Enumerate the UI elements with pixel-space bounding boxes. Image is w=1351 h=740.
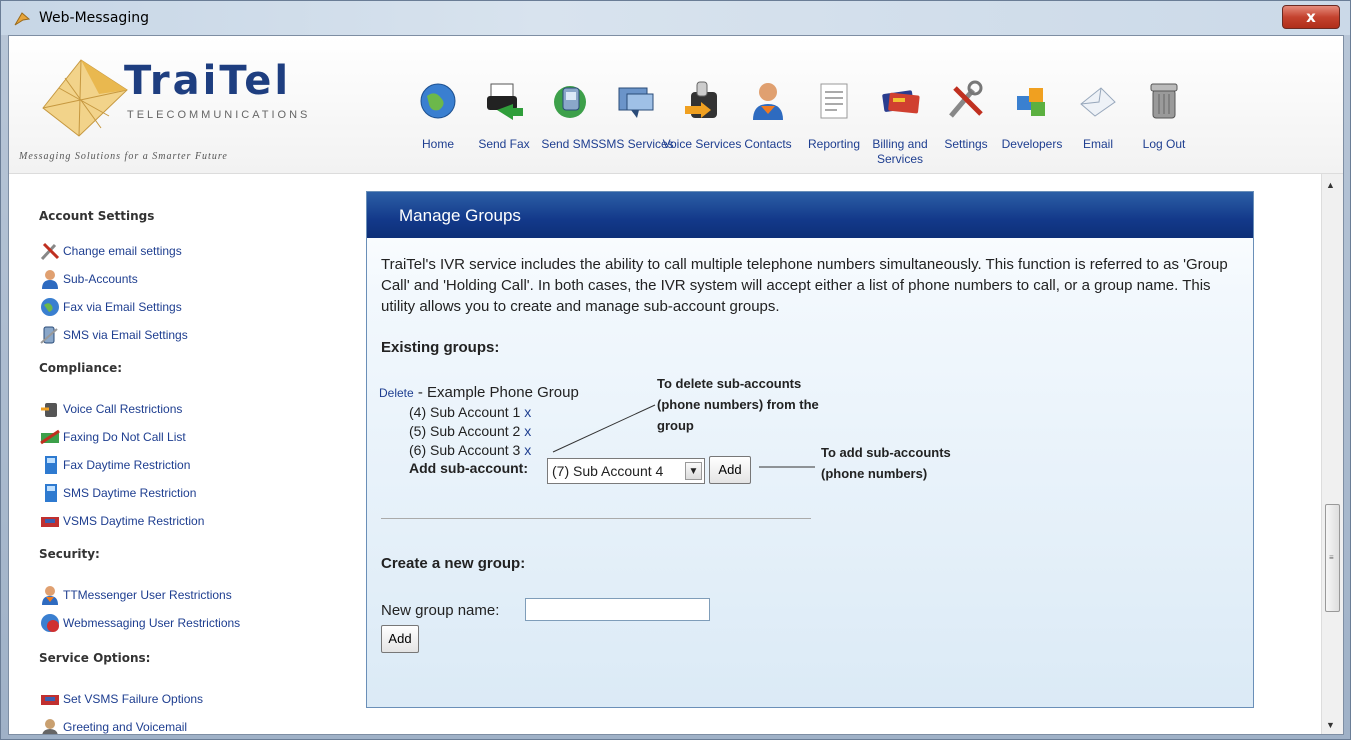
fax-icon <box>487 83 523 120</box>
client-area: TraiTel TELECOMMUNICATIONS Messaging Sol… <box>8 35 1344 735</box>
sidebar-heading-service: Service Options: <box>39 651 151 665</box>
logo-icon <box>42 59 128 137</box>
new-group-label: New group name: <box>381 602 500 619</box>
annotation-lines <box>552 404 815 468</box>
email-icon <box>1080 87 1116 117</box>
sidebar: Account Settings Change email settings S… <box>9 175 359 734</box>
globe-icon <box>420 83 456 119</box>
nav-voice-services[interactable]: Voice Services <box>663 76 741 172</box>
sms-daytime-icon <box>45 484 57 502</box>
logout-icon <box>1150 83 1178 119</box>
scroll-down-icon[interactable]: ▼ <box>1326 720 1335 730</box>
title-bar: Web-Messaging x <box>1 1 1350 35</box>
voice-icon <box>685 81 717 118</box>
nav-settings[interactable]: Settings <box>932 76 998 172</box>
grip-icon: ≡ <box>1329 553 1334 562</box>
scroll-up-icon[interactable]: ▲ <box>1326 180 1335 190</box>
sidebar-item-change-email[interactable]: Change email settings <box>39 241 182 263</box>
settings-icon <box>949 80 983 118</box>
new-group-input[interactable] <box>525 598 710 621</box>
tools-icon <box>40 242 60 261</box>
nav-contacts[interactable]: Contacts <box>734 76 800 172</box>
brand-subtitle: TELECOMMUNICATIONS <box>127 109 311 121</box>
manage-groups-panel: Manage Groups TraiTel's IVR service incl… <box>366 191 1254 708</box>
sms-icon <box>554 86 586 118</box>
nav-send-fax[interactable]: Send Fax <box>470 76 536 172</box>
sidebar-item-webmessaging-restrictions[interactable]: Webmessaging User Restrictions <box>39 613 240 635</box>
user-icon <box>42 270 58 289</box>
developers-icon <box>1017 88 1045 116</box>
sidebar-item-fax-daytime[interactable]: Fax Daytime Restriction <box>39 455 190 477</box>
nav-sms-services[interactable]: SMS Services <box>598 76 674 172</box>
fax-daytime-icon <box>45 456 57 474</box>
user-restrict-icon <box>42 586 58 605</box>
fax-dnc-icon <box>40 429 60 445</box>
sidebar-item-greeting-voicemail[interactable]: Greeting and Voicemail <box>39 717 187 734</box>
sidebar-heading-account: Account Settings <box>39 209 155 223</box>
greeting-icon <box>42 719 58 734</box>
brand-name: TraiTel <box>124 58 292 104</box>
brand-tagline: Messaging Solutions for a Smarter Future <box>19 151 228 162</box>
sidebar-heading-compliance: Compliance: <box>39 361 123 375</box>
sidebar-heading-security: Security: <box>39 547 100 561</box>
reporting-icon <box>820 83 848 119</box>
web-restrict-icon <box>41 614 59 632</box>
nav-home[interactable]: Home <box>404 76 470 172</box>
sidebar-item-vsms-failure[interactable]: Set VSMS Failure Options <box>39 689 203 711</box>
header: TraiTel TELECOMMUNICATIONS Messaging Sol… <box>9 36 1343 174</box>
app-icon <box>14 12 31 26</box>
sidebar-item-sms-daytime[interactable]: SMS Daytime Restriction <box>39 483 196 505</box>
sidebar-item-vsms-daytime[interactable]: VSMS Daytime Restriction <box>39 511 204 533</box>
divider <box>381 518 811 519</box>
window-title: Web-Messaging <box>39 10 149 26</box>
nav-reporting[interactable]: Reporting <box>800 76 866 172</box>
close-button[interactable]: x <box>1282 5 1340 29</box>
nav-send-sms[interactable]: Send SMS <box>536 76 602 172</box>
vsms-daytime-icon <box>41 517 59 527</box>
create-group-add-button[interactable]: Add <box>381 625 419 653</box>
sidebar-item-sms-email[interactable]: SMS via Email Settings <box>39 325 188 347</box>
nav-email[interactable]: Email <box>1064 76 1130 172</box>
create-group-title: Create a new group: <box>381 555 526 572</box>
sms-email-icon <box>40 326 58 344</box>
sms-services-icon <box>618 87 654 118</box>
voice-restrict-icon <box>41 403 57 417</box>
sidebar-item-ttmessenger-restrictions[interactable]: TTMessenger User Restrictions <box>39 585 232 607</box>
sidebar-item-faxing-dnc[interactable]: Faxing Do Not Call List <box>39 427 186 449</box>
nav-billing[interactable]: Billing and Services <box>866 76 932 172</box>
sidebar-item-fax-email[interactable]: Fax via Email Settings <box>39 297 182 319</box>
vsms-failure-icon <box>41 695 59 705</box>
globe-fax-icon <box>41 298 59 316</box>
vertical-scrollbar[interactable]: ▲ ≡ ▼ <box>1321 174 1343 734</box>
contacts-icon <box>753 83 783 120</box>
app-window: Web-Messaging x TraiTel TELECOMMUNICATIO… <box>0 0 1351 740</box>
sidebar-item-sub-accounts[interactable]: Sub-Accounts <box>39 269 138 291</box>
nav-developers[interactable]: Developers <box>998 76 1064 172</box>
sidebar-item-voice-restrictions[interactable]: Voice Call Restrictions <box>39 399 182 421</box>
nav-log-out[interactable]: Log Out <box>1130 76 1196 172</box>
scroll-thumb[interactable]: ≡ <box>1325 504 1340 612</box>
billing-icon <box>882 90 920 114</box>
